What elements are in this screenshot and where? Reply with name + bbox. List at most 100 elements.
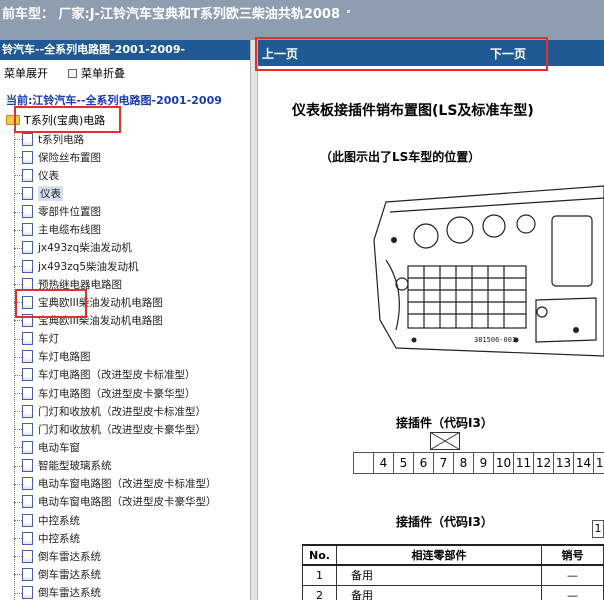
- connector-pin: 13: [553, 452, 574, 474]
- row-no: 2: [302, 584, 337, 600]
- diagram-part-code: 381506-001: [474, 336, 516, 344]
- highlight-box-nav: [255, 37, 548, 71]
- col-pin: 销号: [541, 544, 604, 566]
- tree-item-label: 保险丝布置图: [38, 151, 101, 164]
- title-bar: 前车型： 厂家:J-江铃汽车宝典和T系列欧三柴油共轨2008: [0, 0, 604, 40]
- tree-item-label: 倒车雷达系统: [38, 587, 101, 600]
- tree-item[interactable]: 保险丝布置图: [14, 148, 250, 166]
- tree-item[interactable]: 倒车雷达系统: [14, 565, 250, 583]
- document-icon: [22, 186, 33, 200]
- menu-controls: 菜单展开 菜单折叠: [0, 60, 250, 86]
- title-separator: [347, 10, 350, 13]
- catalog-header: 铃汽车--全系列电路图-2001-2009-: [0, 40, 250, 60]
- tree-item-label: 电动车窗电路图（改进型皮卡豪华型）: [38, 496, 217, 509]
- tree-item[interactable]: 仪表: [14, 184, 250, 202]
- tree-item[interactable]: t系列电路: [14, 130, 250, 148]
- tree-item[interactable]: 车灯电路图（改进型皮卡豪华型）: [14, 384, 250, 402]
- row-part: 备用: [336, 584, 542, 600]
- vehicle-title: 前车型： 厂家:J-江铃汽车宝典和T系列欧三柴油共轨2008: [2, 7, 341, 22]
- tree-item-label: 车灯电路图（改进型皮卡豪华型）: [38, 387, 196, 400]
- document-icon: [22, 495, 33, 509]
- tree-item-label: 智能型玻璃系统: [38, 460, 112, 473]
- document-icon: [22, 350, 33, 364]
- highlight-box-selected: [15, 289, 87, 318]
- connector-key-icon: [430, 432, 460, 450]
- document-icon: [22, 132, 33, 146]
- document-icon: [22, 477, 33, 491]
- document-icon: [22, 241, 33, 255]
- navigation-panel: 铃汽车--全系列电路图-2001-2009- 菜单展开 菜单折叠 当前:江铃汽车…: [0, 40, 250, 600]
- connector-pin: 7: [433, 452, 454, 474]
- document-panel: 上一页 下一页 仪表板接插件销布置图(LS及标准车型) （此图示出了LS车型的位…: [255, 37, 604, 600]
- tree-item[interactable]: 门灯和收放机（改进型皮卡豪华型）: [14, 420, 250, 438]
- collapse-menu-button[interactable]: 菜单折叠: [68, 65, 125, 81]
- pin-assignment-table: No. 相连零部件 销号 1 备用 —2 备用 —: [302, 544, 604, 600]
- document-icon: [22, 567, 33, 581]
- document-icon: [22, 586, 33, 600]
- document-icon: [22, 205, 33, 219]
- document-icon: [22, 404, 33, 418]
- tree-item-label: 仪表: [38, 169, 59, 182]
- tree-item[interactable]: 电动车窗电路图（改进型皮卡标准型）: [14, 475, 250, 493]
- document-icon: [22, 440, 33, 454]
- document-icon: [22, 513, 33, 527]
- tree-item[interactable]: 倒车雷达系统: [14, 584, 250, 600]
- document-icon: [22, 386, 33, 400]
- table-row: 1 备用 —: [302, 564, 604, 586]
- tree-item[interactable]: jx493zq柴油发动机: [14, 239, 250, 257]
- col-part: 相连零部件: [336, 544, 542, 566]
- tree-item-label: 门灯和收放机（改进型皮卡标准型）: [38, 405, 206, 418]
- tree-item[interactable]: 主电缆布线图: [14, 221, 250, 239]
- document-icon: [22, 223, 33, 237]
- connector-pin: 12: [533, 452, 554, 474]
- document-icon: [22, 368, 33, 382]
- tree-item-label: 车灯电路图: [38, 351, 91, 364]
- tree-item-label: jx493zq5柴油发动机: [38, 260, 139, 273]
- connector-pin: 14: [573, 452, 594, 474]
- tree-item[interactable]: 仪表: [14, 166, 250, 184]
- document-icon: [22, 422, 33, 436]
- row-no: 1: [302, 564, 337, 586]
- connector-pin: 11: [513, 452, 534, 474]
- document-icon: [22, 259, 33, 273]
- document-icon: [22, 332, 33, 346]
- document-icon: [22, 168, 33, 182]
- tree-item[interactable]: 车灯电路图（改进型皮卡标准型）: [14, 366, 250, 384]
- tree-item[interactable]: 中控系统: [14, 511, 250, 529]
- tree-item-label: 车灯: [38, 333, 59, 346]
- tree-item-label: 车灯电路图（改进型皮卡标准型）: [38, 369, 196, 382]
- tree-item[interactable]: 电动车窗: [14, 438, 250, 456]
- tree-item[interactable]: 倒车雷达系统: [14, 547, 250, 565]
- table-body: 1 备用 —2 备用 —: [302, 564, 604, 600]
- tree-item-label: 中控系统: [38, 514, 80, 527]
- connector-pin-row: 45678910111213141516: [353, 452, 604, 474]
- connector-pin: 10: [493, 452, 514, 474]
- tree-item[interactable]: 零部件位置图: [14, 203, 250, 221]
- row-pin: —: [541, 584, 604, 600]
- tree-item-label: 电动车窗: [38, 441, 80, 454]
- document-icon: [22, 459, 33, 473]
- connector-side-pin: 1: [592, 520, 604, 538]
- tree-item-label: jx493zq柴油发动机: [38, 242, 132, 255]
- tree-item-label: 倒车雷达系统: [38, 568, 101, 581]
- document-title: 仪表板接插件销布置图(LS及标准车型): [292, 103, 534, 119]
- tree-item[interactable]: 门灯和收放机（改进型皮卡标准型）: [14, 402, 250, 420]
- connector-pin: 9: [473, 452, 494, 474]
- expand-menu-button[interactable]: 菜单展开: [4, 65, 48, 81]
- tree-item[interactable]: jx493zq5柴油发动机: [14, 257, 250, 275]
- row-part: 备用: [336, 564, 542, 586]
- tree-item-label: t系列电路: [38, 133, 85, 146]
- tree-item[interactable]: 智能型玻璃系统: [14, 457, 250, 475]
- tree-item[interactable]: 电动车窗电路图（改进型皮卡豪华型）: [14, 493, 250, 511]
- document-icon: [22, 531, 33, 545]
- collapse-icon: [68, 68, 77, 78]
- document-page: 仪表板接插件销布置图(LS及标准车型) （此图示出了LS车型的位置） 38150…: [258, 70, 604, 600]
- tree-item-label: 倒车雷达系统: [38, 550, 101, 563]
- pane-splitter[interactable]: [250, 40, 258, 600]
- connector-pin: 4: [373, 452, 394, 474]
- document-note: （此图示出了LS车型的位置）: [320, 150, 481, 164]
- tree-item[interactable]: 中控系统: [14, 529, 250, 547]
- tree-item-label: 电动车窗电路图（改进型皮卡标准型）: [38, 478, 217, 491]
- tree-item[interactable]: 车灯电路图: [14, 348, 250, 366]
- tree-item[interactable]: 车灯: [14, 330, 250, 348]
